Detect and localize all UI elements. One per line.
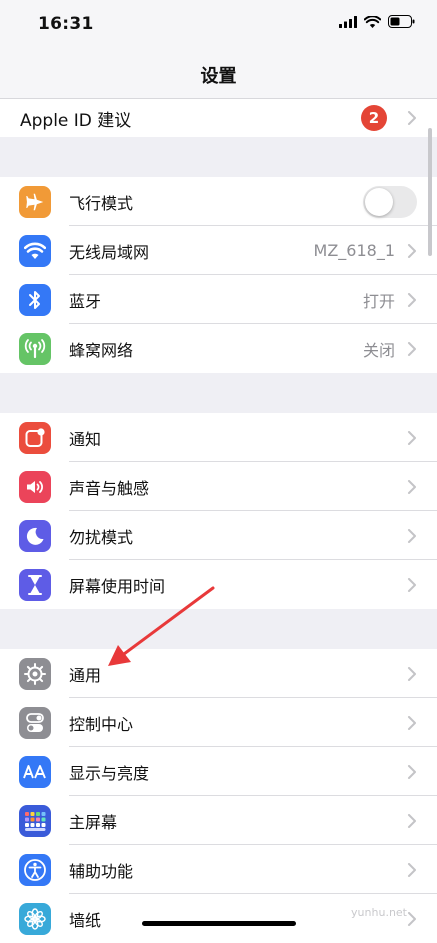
cellular-row[interactable]: 蜂窝网络 关闭 <box>0 324 437 373</box>
section-gap <box>0 373 437 413</box>
battery-icon <box>388 15 415 28</box>
status-time: 16:31 <box>38 14 94 34</box>
chevron-right-icon <box>408 813 416 828</box>
notifications-group: 通知 声音与触感 勿扰模式 屏幕使用时间 <box>0 413 437 609</box>
home-grid-icon <box>25 811 46 831</box>
row-label: 通知 <box>69 429 102 449</box>
chevron-right-icon <box>408 911 416 926</box>
settings-list: Apple ID 建议 2 飞行模式 无线局域网 MZ_618_1 蓝牙 打开 … <box>0 99 437 943</box>
scrollbar[interactable] <box>428 128 432 256</box>
bluetooth-icon <box>29 290 40 309</box>
screen-time-row[interactable]: 屏幕使用时间 <box>0 560 437 609</box>
gear-icon-box <box>19 657 51 690</box>
home-screen-row[interactable]: 主屏幕 <box>0 796 437 845</box>
general-row[interactable]: 通用 <box>0 649 437 698</box>
chevron-right-icon <box>408 341 416 356</box>
chevron-right-icon <box>408 577 416 592</box>
row-label: 飞行模式 <box>69 193 134 213</box>
bluetooth-icon-box <box>19 283 51 316</box>
sounds-haptics-row[interactable]: 声音与触感 <box>0 462 437 511</box>
airplane-mode-row[interactable]: 飞行模式 <box>0 177 437 226</box>
notifications-row[interactable]: 通知 <box>0 413 437 462</box>
chevron-right-icon <box>408 479 416 494</box>
general-group: 通用 控制中心 显示与亮度 主屏幕 辅助功能 墙纸 <box>0 649 437 943</box>
bluetooth-row[interactable]: 蓝牙 打开 <box>0 275 437 324</box>
wifi-icon <box>24 242 46 259</box>
wallpaper-icon-box <box>19 902 51 935</box>
row-label: 辅助功能 <box>69 861 134 881</box>
home-grid-icon-box <box>19 804 51 837</box>
toggles-icon-box <box>19 706 51 739</box>
hourglass-icon <box>28 574 42 595</box>
wifi-row[interactable]: 无线局域网 MZ_618_1 <box>0 226 437 275</box>
airplane-icon <box>26 193 44 210</box>
moon-icon <box>26 527 44 545</box>
moon-icon-box <box>19 519 51 552</box>
text-size-icon <box>23 764 46 778</box>
section-gap <box>0 609 437 649</box>
display-brightness-row[interactable]: 显示与亮度 <box>0 747 437 796</box>
accessibility-icon-box <box>19 853 51 886</box>
airplane-mode-toggle[interactable] <box>363 185 417 218</box>
chevron-right-icon <box>408 715 416 730</box>
chevron-right-icon <box>408 292 416 307</box>
text-size-icon-box <box>19 755 51 788</box>
row-label: 蜂窝网络 <box>69 340 134 360</box>
connectivity-group: 飞行模式 无线局域网 MZ_618_1 蓝牙 打开 蜂窝网络 关闭 <box>0 177 437 373</box>
chevron-right-icon <box>408 764 416 779</box>
gear-icon <box>24 662 46 685</box>
row-label: Apple ID 建议 <box>20 110 132 131</box>
signal-icon <box>339 15 357 28</box>
accessibility-icon <box>24 858 46 881</box>
row-label: 通用 <box>69 665 102 685</box>
row-label: 蓝牙 <box>69 291 102 311</box>
chevron-right-icon <box>408 666 416 681</box>
wallpaper-icon <box>24 907 46 930</box>
apple-id-group: Apple ID 建议 2 <box>0 99 437 137</box>
section-gap <box>0 137 437 177</box>
wifi-network-value: MZ_618_1 <box>313 241 395 260</box>
row-label: 显示与亮度 <box>69 763 150 783</box>
notification-icon <box>25 427 45 447</box>
do-not-disturb-row[interactable]: 勿扰模式 <box>0 511 437 560</box>
row-label: 声音与触感 <box>69 478 150 498</box>
status-bar: 16:31 <box>0 0 437 52</box>
hourglass-icon-box <box>19 568 51 601</box>
apple-id-suggestions-row[interactable]: Apple ID 建议 2 <box>0 99 437 137</box>
page-title: 设置 <box>200 66 237 87</box>
notification-badge: 2 <box>361 105 387 131</box>
sound-icon <box>27 480 43 493</box>
wifi-icon-box <box>19 234 51 267</box>
row-label: 屏幕使用时间 <box>69 576 166 596</box>
bluetooth-status-value: 打开 <box>362 291 395 311</box>
row-label: 无线局域网 <box>69 242 150 262</box>
toggles-icon <box>26 712 44 732</box>
toggle-knob <box>365 187 393 216</box>
status-icons <box>339 15 415 28</box>
chevron-right-icon <box>408 111 416 125</box>
control-center-row[interactable]: 控制中心 <box>0 698 437 747</box>
notification-icon-box <box>19 421 51 454</box>
navigation-bar: 设置 <box>0 52 437 99</box>
chevron-right-icon <box>408 430 416 445</box>
cellular-icon-box <box>19 332 51 365</box>
row-label: 勿扰模式 <box>69 527 134 547</box>
chevron-right-icon <box>408 243 416 258</box>
row-label: 主屏幕 <box>69 812 118 832</box>
row-label: 控制中心 <box>69 714 134 734</box>
cellular-icon <box>24 338 46 358</box>
watermark: yunhu.net <box>351 906 407 919</box>
sound-icon-box <box>19 470 51 503</box>
chevron-right-icon <box>408 862 416 877</box>
chevron-right-icon <box>408 528 416 543</box>
airplane-icon-box <box>19 185 51 218</box>
wifi-status-icon <box>364 15 381 28</box>
cellular-status-value: 关闭 <box>362 340 395 360</box>
accessibility-row[interactable]: 辅助功能 <box>0 845 437 894</box>
home-indicator[interactable] <box>142 921 296 926</box>
